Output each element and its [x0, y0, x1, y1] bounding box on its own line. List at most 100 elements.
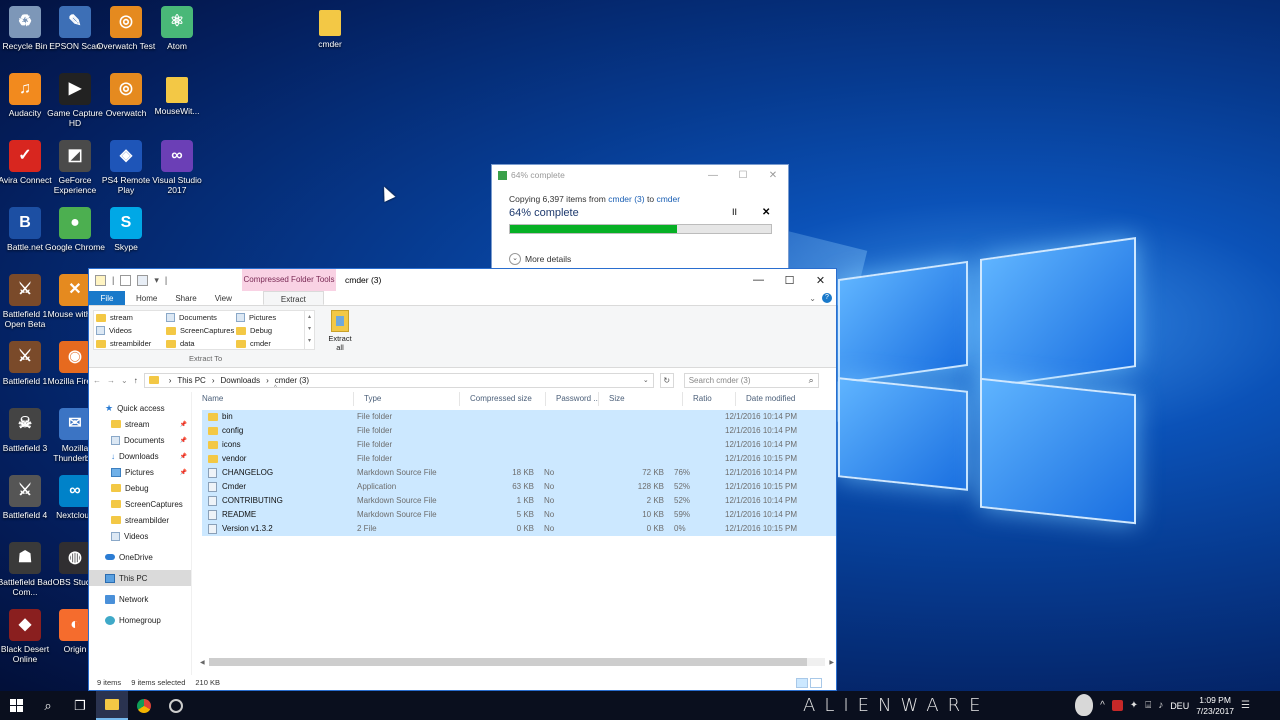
tab-file[interactable]: File: [89, 291, 125, 305]
extract-destination[interactable]: Pictures: [236, 311, 306, 324]
extract-destination[interactable]: stream: [96, 311, 166, 324]
nav-this-pc[interactable]: This PC: [89, 570, 191, 586]
nav-onedrive[interactable]: OneDrive: [89, 549, 191, 565]
col-date-modified[interactable]: Date modified: [736, 392, 836, 406]
nav-pinned-item[interactable]: Pictures 📌: [89, 464, 191, 480]
source-link[interactable]: cmder (3): [608, 194, 644, 204]
destination-link[interactable]: cmder: [656, 194, 680, 204]
clock[interactable]: 1:09 PM 7/23/2017: [1196, 695, 1234, 717]
desktop-icon[interactable]: ∞ Visual Studio 2017: [147, 140, 207, 195]
pin-icon[interactable]: 📌: [180, 437, 187, 444]
breadcrumb-current[interactable]: cmder (3): [275, 376, 309, 385]
customize-qat-icon[interactable]: ▾: [154, 275, 159, 286]
nav-recent-item[interactable]: streambilder: [89, 512, 191, 528]
dropbox-tray-icon[interactable]: ✦: [1130, 700, 1138, 711]
nav-recent-item[interactable]: Debug: [89, 480, 191, 496]
table-row[interactable]: bin File folder 12/1/2016 10:14 PM: [202, 410, 836, 424]
desktop-icon[interactable]: cmder: [300, 6, 360, 49]
table-row[interactable]: README Markdown Source File 5 KB No 10 KB 59%…: [202, 508, 836, 522]
pause-button[interactable]: II: [732, 207, 737, 217]
scroll-right-icon[interactable]: ▶: [829, 659, 834, 666]
horizontal-scrollbar[interactable]: ◀ ▶: [200, 657, 834, 667]
close-button[interactable]: ✕: [805, 274, 836, 287]
pin-icon[interactable]: 📌: [180, 453, 187, 460]
tab-extract[interactable]: Extract: [262, 291, 324, 305]
search-input[interactable]: Search cmder (3) ⌕: [683, 372, 819, 388]
details-view-button[interactable]: [796, 677, 808, 688]
extract-destination[interactable]: cmder: [236, 337, 306, 350]
ribbon-collapse-icon[interactable]: ⌄: [809, 294, 816, 303]
back-arrow-icon[interactable]: ←: [93, 376, 101, 385]
forward-arrow-icon[interactable]: →: [107, 376, 115, 385]
nav-recent-item[interactable]: ScreenCaptures: [89, 496, 191, 512]
breadcrumb-this-pc[interactable]: This PC: [177, 376, 205, 385]
maximize-button[interactable]: ☐: [728, 170, 758, 181]
table-row[interactable]: icons File folder 12/1/2016 10:14 PM: [202, 438, 836, 452]
tab-view[interactable]: View: [206, 291, 241, 305]
minimize-button[interactable]: —: [743, 274, 774, 287]
col-size[interactable]: Size: [599, 392, 683, 406]
table-row[interactable]: CONTRIBUTING Markdown Source File 1 KB No 2 …: [202, 494, 836, 508]
nav-homegroup[interactable]: Homegroup: [89, 612, 191, 628]
close-button[interactable]: ✕: [758, 170, 788, 181]
taskbar-chrome[interactable]: [128, 691, 160, 720]
table-row[interactable]: Cmder Application 63 KB No 128 KB 52% 12/1/201…: [202, 480, 836, 494]
breadcrumb-downloads[interactable]: Downloads: [221, 376, 261, 385]
col-type[interactable]: Type: [354, 392, 460, 406]
cancel-copy-button[interactable]: ✕: [762, 207, 770, 218]
properties-icon[interactable]: [120, 274, 132, 286]
table-row[interactable]: Version v1.3.2 2 File 0 KB No 0 KB 0% 12/1/201…: [202, 522, 836, 536]
extract-destination[interactable]: Documents: [166, 311, 236, 324]
col-ratio[interactable]: Ratio: [683, 392, 736, 406]
show-hidden-icons[interactable]: ^: [1100, 700, 1105, 711]
recent-locations-icon[interactable]: ⌄: [121, 376, 128, 385]
scroll-track[interactable]: [208, 658, 826, 666]
large-icons-view-button[interactable]: [810, 677, 822, 688]
nav-pinned-item[interactable]: ↓ Downloads 📌: [89, 448, 191, 464]
pin-icon[interactable]: 📌: [180, 421, 187, 428]
extract-destination[interactable]: Videos: [96, 324, 166, 337]
tab-home[interactable]: Home: [125, 291, 166, 305]
nav-quick-access[interactable]: ★ Quick access: [89, 400, 191, 416]
notifications-icon[interactable]: ☰: [1241, 700, 1250, 711]
refresh-button[interactable]: ↻: [659, 372, 674, 388]
gallery-scroll[interactable]: ▴ ▾ ▾: [304, 311, 314, 349]
table-row[interactable]: config File folder 12/1/2016 10:14 PM: [202, 424, 836, 438]
desktop-icon[interactable]: ⚛ Atom: [147, 6, 207, 51]
extract-destination[interactable]: data: [166, 337, 236, 350]
table-row[interactable]: vendor File folder 12/1/2016 10:15 PM: [202, 452, 836, 466]
pin-icon[interactable]: 📌: [180, 469, 187, 476]
maximize-button[interactable]: ☐: [774, 274, 805, 287]
extract-destination[interactable]: Debug: [236, 324, 306, 337]
chevron-down-icon[interactable]: ⌄: [643, 376, 649, 384]
scroll-left-icon[interactable]: ◀: [200, 659, 205, 666]
nav-pinned-item[interactable]: Documents 📌: [89, 432, 191, 448]
new-folder-icon[interactable]: [137, 274, 149, 286]
table-row[interactable]: CHANGELOG Markdown Source File 18 KB No 72 K…: [202, 466, 836, 480]
tab-share[interactable]: Share: [166, 291, 205, 305]
desktop-icon[interactable]: MouseWit...: [147, 73, 207, 116]
help-icon[interactable]: ?: [822, 293, 832, 303]
nav-network[interactable]: Network: [89, 591, 191, 607]
nav-pinned-item[interactable]: stream 📌: [89, 416, 191, 432]
col-name[interactable]: Name: [192, 392, 354, 406]
nav-recent-item[interactable]: Videos: [89, 528, 191, 544]
col-compressed-size[interactable]: Compressed size: [460, 392, 546, 406]
more-details-toggle[interactable]: ⌄ More details: [509, 253, 571, 265]
extract-destination[interactable]: ScreenCaptures: [166, 324, 236, 337]
language-indicator[interactable]: DEU: [1170, 701, 1189, 711]
taskbar-obs[interactable]: [160, 691, 192, 720]
search-button[interactable]: ⌕: [32, 691, 64, 720]
start-button[interactable]: [0, 691, 32, 720]
address-bar[interactable]: › This PC › Downloads › cmder (3) ⌄: [143, 372, 654, 388]
extract-all-button[interactable]: Extract all: [325, 310, 355, 352]
avira-tray-icon[interactable]: [1111, 700, 1123, 711]
extract-destination[interactable]: streambilder: [96, 337, 166, 350]
scroll-thumb[interactable]: [208, 658, 807, 666]
col-password[interactable]: Password ...: [546, 392, 599, 406]
desktop-icon[interactable]: S Skype: [96, 207, 156, 252]
task-view-button[interactable]: ❐: [64, 691, 96, 720]
network-tray-icon[interactable]: ⌸: [1145, 700, 1151, 711]
up-arrow-icon[interactable]: ↑: [134, 376, 138, 385]
minimize-button[interactable]: —: [698, 170, 728, 181]
